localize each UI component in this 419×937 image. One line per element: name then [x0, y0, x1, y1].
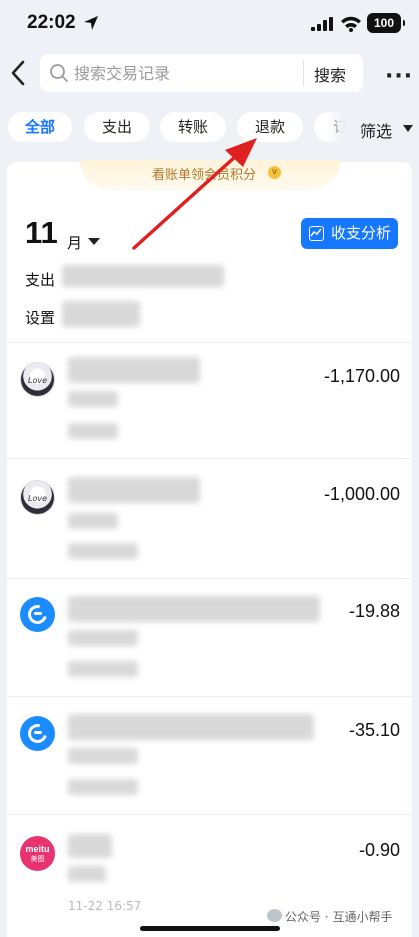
home-indicator — [140, 926, 280, 931]
blurred-setting-text — [62, 301, 140, 327]
trend-chart-icon — [309, 226, 324, 241]
search-input[interactable] — [74, 62, 294, 84]
back-arrow-icon[interactable] — [8, 58, 30, 88]
eleme-icon — [20, 597, 55, 632]
blurred-time — [68, 779, 138, 795]
transaction-amount[interactable]: -19.88 — [349, 601, 400, 622]
blurred-merchant-name — [68, 477, 200, 503]
blurred-merchant-name — [68, 834, 112, 858]
transaction-time: 11-22 16:57 — [68, 899, 142, 913]
status-bar: 22:02 100 — [0, 0, 419, 46]
divider — [7, 458, 412, 459]
search-button[interactable]: 搜索 — [314, 62, 346, 86]
analysis-label: 收支分析 — [331, 224, 392, 242]
promo-text[interactable]: 看账单领会员积分 — [152, 164, 256, 183]
filter-button[interactable]: 筛选 — [360, 118, 392, 142]
eleme-icon — [20, 716, 55, 751]
blurred-time — [68, 543, 138, 559]
blurred-category — [68, 866, 106, 882]
more-options-icon[interactable]: ··· — [385, 64, 413, 89]
status-time: 22:02 — [27, 12, 76, 33]
blurred-category — [68, 513, 118, 529]
battery-indicator: 100 — [367, 13, 405, 33]
blurred-merchant-name — [68, 714, 314, 740]
tab-expense[interactable]: 支出 — [84, 112, 150, 142]
tab-transfer[interactable]: 转账 — [160, 112, 226, 142]
setting-label[interactable]: 设置 — [25, 307, 55, 328]
love-app-icon: Love — [20, 480, 55, 515]
cellular-signal-icon — [311, 17, 333, 31]
blurred-merchant-name — [68, 596, 320, 622]
location-arrow-icon — [84, 16, 98, 30]
love-app-icon: Love — [20, 362, 55, 397]
transaction-amount[interactable]: -1,170.00 — [324, 366, 400, 387]
tab-refund[interactable]: 退款 — [237, 112, 303, 142]
transaction-amount[interactable]: -1,000.00 — [324, 484, 400, 505]
blurred-merchant-name — [68, 357, 200, 383]
watermark-text: 公众号 · 互通小帮手 — [285, 910, 393, 924]
divider — [7, 578, 412, 579]
wifi-icon — [341, 16, 361, 32]
transaction-amount[interactable]: -35.10 — [349, 720, 400, 741]
transaction-amount[interactable]: -0.90 — [359, 840, 400, 861]
search-divider — [303, 60, 304, 86]
divider — [7, 342, 412, 343]
expense-total-label: 支出 — [25, 271, 56, 289]
blurred-category — [68, 391, 118, 407]
wechat-icon — [267, 909, 282, 922]
month-dropdown-icon[interactable] — [88, 238, 100, 245]
divider — [7, 814, 412, 815]
month-number[interactable]: 11 — [25, 215, 58, 251]
filter-caret-icon[interactable] — [403, 125, 413, 132]
points-badge-icon: v — [268, 166, 281, 179]
meitu-logo-text: meitu — [25, 844, 50, 854]
blurred-time — [68, 661, 138, 677]
meitu-icon: meitu 美图 — [20, 836, 55, 871]
blurred-expense-amount — [62, 265, 224, 287]
meitu-logo-subtext: 美图 — [30, 855, 45, 863]
tab-all[interactable]: 全部 — [8, 112, 72, 142]
divider — [7, 696, 412, 697]
blurred-category — [68, 630, 138, 646]
income-expense-analysis-button[interactable]: 收支分析 — [301, 218, 398, 249]
search-icon — [50, 64, 68, 82]
blurred-category — [68, 748, 138, 764]
month-unit[interactable]: 月 — [67, 232, 82, 253]
blurred-time — [68, 423, 118, 439]
